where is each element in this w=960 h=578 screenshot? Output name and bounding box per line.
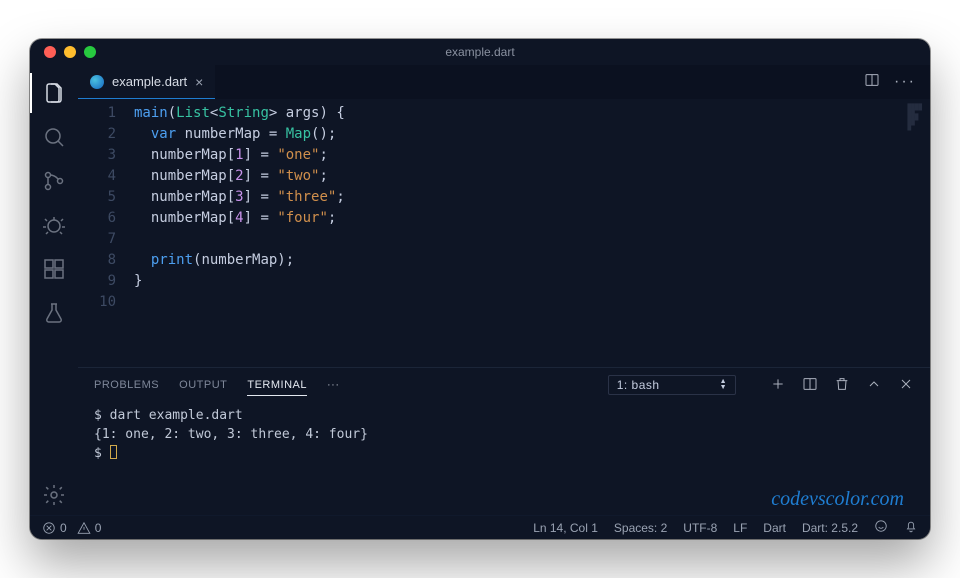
- status-language[interactable]: Dart: [763, 521, 786, 535]
- panel-tab-problems[interactable]: PROBLEMS: [94, 379, 159, 391]
- split-editor-icon[interactable]: [864, 72, 880, 93]
- panel-more-icon[interactable]: ···: [327, 379, 340, 391]
- status-cursor[interactable]: Ln 14, Col 1: [533, 521, 598, 535]
- panel-tab-bar: PROBLEMS OUTPUT TERMINAL ··· 1: bash ▲▼: [78, 368, 930, 402]
- debug-icon[interactable]: [30, 205, 78, 245]
- source-control-icon[interactable]: [30, 161, 78, 201]
- status-errors[interactable]: 0: [42, 521, 67, 535]
- tab-example-dart[interactable]: example.dart ×: [78, 65, 215, 99]
- explorer-icon[interactable]: [30, 73, 78, 113]
- status-feedback-icon[interactable]: [874, 519, 888, 536]
- kill-terminal-icon[interactable]: [834, 376, 850, 395]
- panel-tab-output[interactable]: OUTPUT: [179, 379, 227, 391]
- status-sdk[interactable]: Dart: 2.5.2: [802, 521, 858, 535]
- status-spaces[interactable]: Spaces: 2: [614, 521, 667, 535]
- line-number-gutter: 12345678910: [78, 103, 134, 367]
- status-bell-icon[interactable]: [904, 519, 918, 536]
- panel-tab-terminal[interactable]: TERMINAL: [247, 379, 307, 396]
- editor-group: example.dart × ··· 12345678910 main(List…: [78, 65, 930, 515]
- close-panel-icon[interactable]: [898, 376, 914, 395]
- editor-actions: ···: [864, 65, 930, 99]
- status-bar: 0 0 Ln 14, Col 1 Spaces: 2 UTF-8 LF Dart…: [30, 515, 930, 539]
- code-content: main(List<String> args) { var numberMap …: [134, 103, 930, 367]
- settings-gear-icon[interactable]: [30, 475, 78, 515]
- tab-filename: example.dart: [112, 74, 187, 89]
- vscode-window: example.dart: [30, 39, 930, 539]
- testing-icon[interactable]: [30, 293, 78, 333]
- activity-bar: [30, 65, 78, 515]
- close-tab-icon[interactable]: ×: [195, 74, 203, 90]
- terminal-selector-label: 1: bash: [617, 378, 660, 392]
- dart-file-icon: [90, 75, 104, 89]
- window-title: example.dart: [30, 45, 930, 59]
- code-editor[interactable]: 12345678910 main(List<String> args) { va…: [78, 99, 930, 367]
- minimap[interactable]: ████████████: [908, 105, 922, 130]
- watermark-text: codevscolor.com: [771, 488, 904, 511]
- status-encoding[interactable]: UTF-8: [683, 521, 717, 535]
- split-terminal-icon[interactable]: [802, 376, 818, 395]
- title-bar: example.dart: [30, 39, 930, 65]
- tab-bar: example.dart × ···: [78, 65, 930, 99]
- extensions-icon[interactable]: [30, 249, 78, 289]
- more-actions-icon[interactable]: ···: [894, 73, 916, 91]
- window-body: example.dart × ··· 12345678910 main(List…: [30, 65, 930, 515]
- new-terminal-icon[interactable]: [770, 376, 786, 395]
- search-icon[interactable]: [30, 117, 78, 157]
- maximize-panel-icon[interactable]: [866, 376, 882, 395]
- terminal-selector[interactable]: 1: bash ▲▼: [608, 375, 736, 395]
- status-eol[interactable]: LF: [733, 521, 747, 535]
- dropdown-icon: ▲▼: [720, 379, 727, 391]
- status-warnings[interactable]: 0: [77, 521, 102, 535]
